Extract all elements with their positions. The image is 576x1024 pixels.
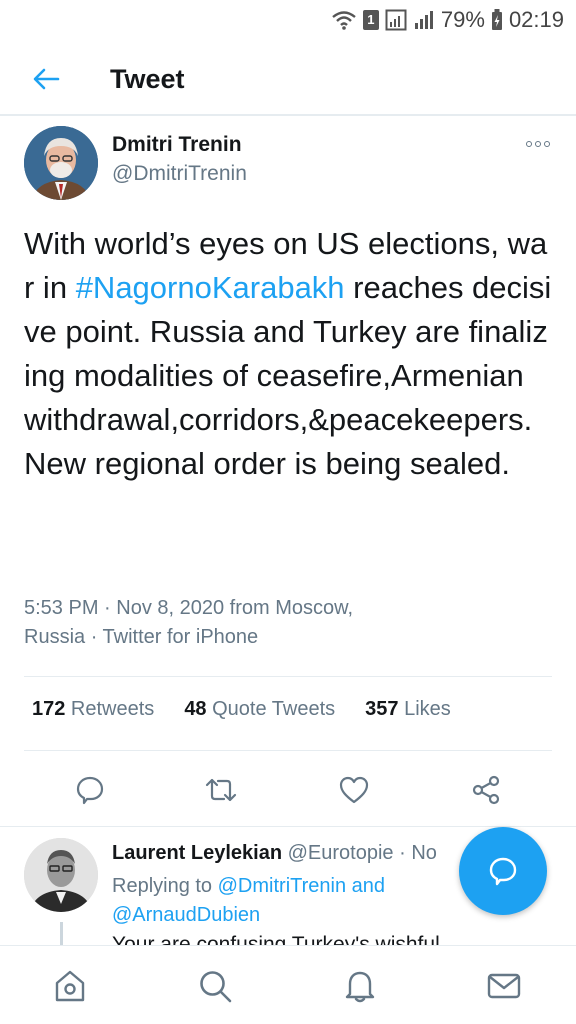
more-dot-icon — [526, 141, 532, 147]
share-button[interactable] — [464, 768, 508, 812]
heart-icon — [339, 776, 369, 804]
likes-count: 357 — [365, 698, 399, 720]
share-icon — [472, 775, 500, 805]
mention-link[interactable]: @DmitriTrenin — [218, 875, 346, 897]
retweets-count: 172 — [32, 698, 66, 720]
tweet-stats: 172 Retweets 48 Quote Tweets 357 Likes — [32, 698, 451, 721]
home-icon — [55, 970, 85, 1002]
divider — [24, 676, 552, 677]
battery-percent: 79% — [440, 7, 485, 32]
reply-button[interactable] — [68, 768, 112, 812]
author-avatar[interactable] — [24, 126, 98, 200]
nav-home[interactable] — [50, 966, 90, 1006]
tweet-timestamp-location: 5:53 PM · Nov 8, 2020 from Moscow, — [24, 597, 354, 619]
reply-author-handle[interactable]: @Eurotopie — [288, 842, 394, 864]
nav-messages[interactable] — [484, 966, 524, 1006]
more-dot-icon — [535, 141, 541, 147]
likes-stat[interactable]: 357 Likes — [365, 698, 451, 721]
retweets-label: Retweets — [65, 698, 155, 720]
back-button[interactable] — [0, 43, 92, 115]
status-bar: 1 79% 02:19 — [0, 0, 576, 40]
reply-timestamp: · No — [399, 842, 437, 864]
tweet-meta: 5:53 PM · Nov 8, 2020 from Moscow, Russi… — [24, 594, 544, 652]
reply-text: Your are confusing Turkey's wishful — [112, 930, 552, 945]
retweet-button[interactable] — [199, 768, 243, 812]
section-separator — [0, 826, 576, 827]
page-title: Tweet — [110, 63, 185, 94]
compose-reply-button[interactable] — [459, 827, 547, 915]
author-handle[interactable]: @DmitriTrenin — [112, 162, 247, 186]
quote-tweets-stat[interactable]: 48 Quote Tweets — [184, 698, 335, 721]
author-photo — [24, 126, 98, 200]
more-dot-icon — [544, 141, 550, 147]
search-icon — [200, 971, 232, 1003]
more-options-button[interactable] — [524, 136, 552, 152]
wifi-icon — [332, 11, 356, 30]
tweet-text: With world’s eyes on US elections, war i… — [24, 222, 554, 486]
reply-author-photo — [24, 838, 98, 912]
tweet-location-client[interactable]: Russia · Twitter for iPhone — [24, 623, 544, 652]
retweet-icon — [205, 778, 237, 802]
battery-charging-icon — [491, 9, 502, 30]
quote-tweets-label: Quote Tweets — [206, 698, 336, 720]
messages-icon — [487, 973, 521, 999]
replying-to-label: Replying to — [112, 875, 218, 897]
like-button[interactable] — [332, 768, 376, 812]
reply-icon — [76, 776, 104, 805]
replying-to: Replying to @DmitriTrenin and @ArnaudDubi… — [112, 872, 452, 930]
reply-header: Laurent Leylekian @Eurotopie · No — [112, 842, 437, 865]
likes-label: Likes — [398, 698, 451, 720]
nav-notifications[interactable] — [340, 966, 380, 1006]
hashtag-link[interactable]: #NagornoKarabakh — [76, 270, 345, 305]
bottom-navigation — [0, 945, 576, 1024]
mention-link[interactable]: @ArnaudDubien — [112, 904, 260, 926]
arrow-left-icon — [33, 68, 60, 90]
reply-author-avatar[interactable] — [24, 838, 98, 912]
compose-reply-icon — [489, 857, 517, 886]
tweet-actions — [0, 768, 576, 812]
replying-and[interactable]: and — [346, 875, 385, 897]
sim-slot-badge: 1 — [362, 10, 379, 30]
retweets-stat[interactable]: 172 Retweets — [32, 698, 154, 721]
signal-icon — [414, 11, 433, 29]
author-name[interactable]: Dmitri Trenin — [112, 133, 242, 157]
clock: 02:19 — [508, 7, 564, 32]
top-app-bar: Tweet — [0, 44, 576, 116]
nav-search[interactable] — [195, 966, 235, 1006]
reply-author-name[interactable]: Laurent Leylekian — [112, 842, 282, 864]
quote-tweets-count: 48 — [184, 698, 207, 720]
divider — [24, 750, 552, 751]
thread-line — [60, 922, 63, 946]
reply-text-content: Your are confusing Turkey's wishful — [112, 933, 440, 945]
no-signal-icon — [385, 9, 407, 31]
notifications-icon — [345, 971, 375, 1003]
